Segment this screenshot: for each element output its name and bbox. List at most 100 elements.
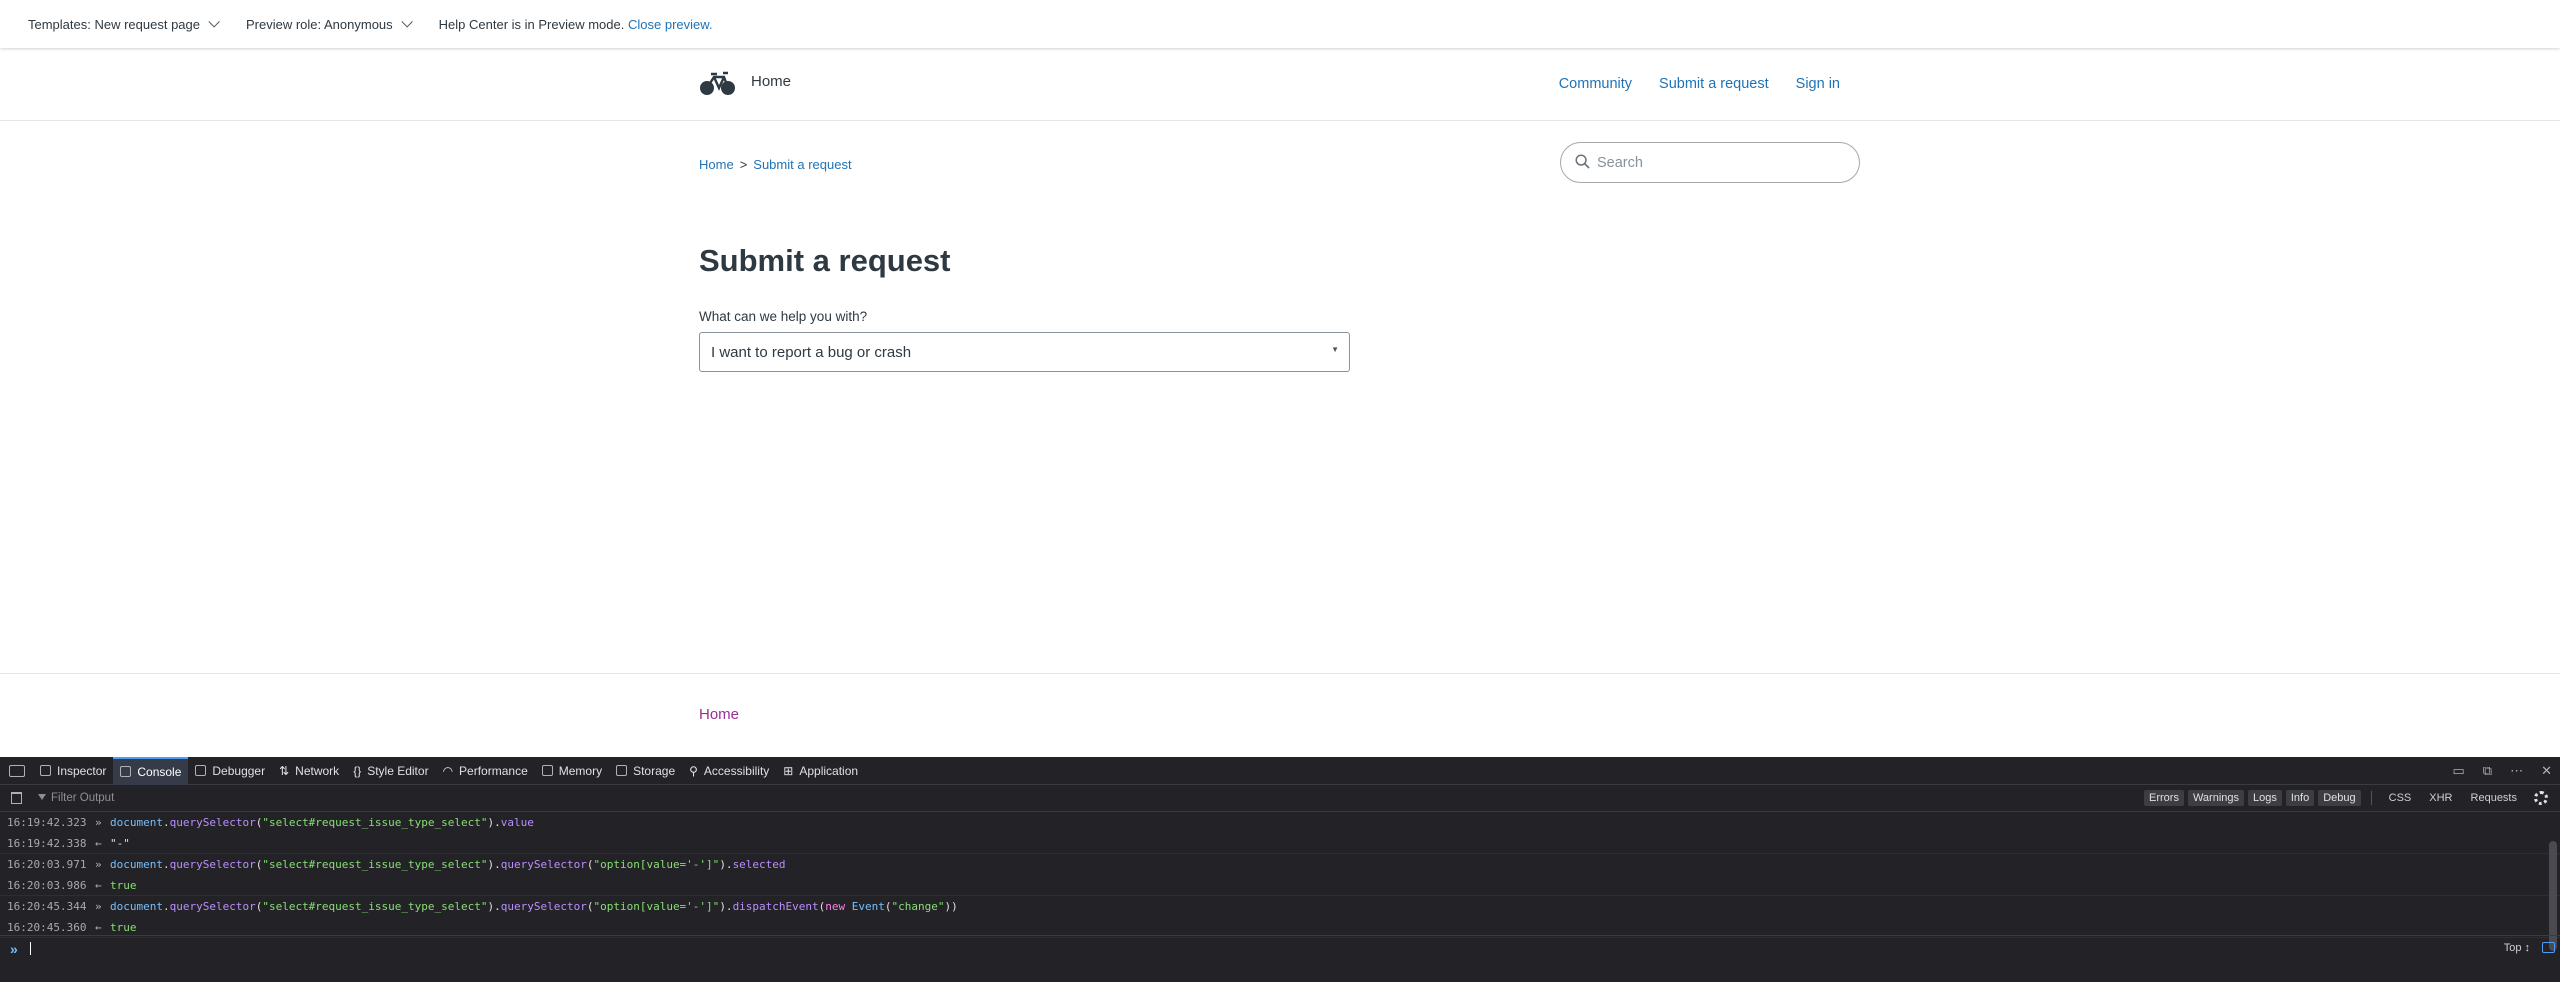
code-token: selected bbox=[732, 858, 786, 871]
breadcrumb-home[interactable]: Home bbox=[699, 157, 734, 172]
close-preview-link[interactable]: Close preview. bbox=[628, 17, 713, 32]
filter-warnings[interactable]: Warnings bbox=[2187, 790, 2245, 806]
role-label: Preview role: Anonymous bbox=[245, 16, 393, 32]
code-token: )) bbox=[944, 900, 958, 913]
code-token: ( bbox=[818, 900, 826, 913]
code-token: ). bbox=[487, 816, 501, 829]
template-dropdown[interactable]: Templates: New request page bbox=[28, 16, 220, 32]
tab-storage[interactable]: Storage bbox=[609, 757, 682, 785]
element-picker-icon[interactable] bbox=[9, 764, 25, 777]
console-input[interactable]: » Top ↕ bbox=[0, 935, 2560, 982]
more-icon[interactable]: ⋯ bbox=[2510, 763, 2523, 779]
filter-info[interactable]: Info bbox=[2285, 790, 2315, 806]
code-token: document bbox=[110, 900, 163, 913]
filter-logs[interactable]: Logs bbox=[2248, 790, 2282, 806]
timestamp: 16:19:42.338 bbox=[7, 836, 87, 850]
gear-icon[interactable] bbox=[2534, 791, 2548, 805]
dock-icon[interactable]: ⧉ bbox=[2483, 763, 2492, 779]
inspector-icon bbox=[40, 765, 51, 776]
code-token: "option[value='-']" bbox=[593, 858, 720, 871]
breadcrumb-current[interactable]: Submit a request bbox=[753, 157, 851, 172]
tab-label: Console bbox=[137, 764, 182, 779]
tab-network[interactable]: ⇅ Network bbox=[272, 757, 346, 785]
code-token: document bbox=[110, 858, 163, 871]
tab-label: Performance bbox=[459, 763, 528, 778]
memory-icon bbox=[541, 765, 553, 776]
tab-label: Style Editor bbox=[367, 763, 429, 778]
filter-errors[interactable]: Errors bbox=[2144, 790, 2184, 806]
code-token: querySelector bbox=[169, 816, 256, 829]
result-arrow-icon: ← bbox=[95, 920, 102, 934]
tab-label: Storage bbox=[633, 763, 676, 778]
code-token: "select#request_issue_type_select" bbox=[262, 858, 488, 871]
code-token: querySelector bbox=[169, 900, 256, 913]
divider bbox=[2370, 791, 2372, 805]
prompt-chevron-icon: » bbox=[10, 941, 18, 957]
code-token: . bbox=[162, 858, 170, 871]
code-token: . bbox=[162, 900, 170, 913]
input-chevron-icon: » bbox=[95, 900, 102, 913]
preview-notice: Help Center is in Preview mode. Close pr… bbox=[439, 17, 713, 32]
tab-label: Network bbox=[295, 763, 340, 778]
nav-community[interactable]: Community bbox=[1559, 76, 1632, 92]
code-token: true bbox=[110, 920, 137, 934]
filter-xhr[interactable]: XHR bbox=[2422, 790, 2459, 806]
tab-application[interactable]: ⊞ Application bbox=[776, 757, 865, 785]
breadcrumb: Home > Submit a request bbox=[699, 157, 852, 172]
context-selector[interactable]: Top ↕ bbox=[2504, 942, 2530, 954]
accessibility-icon: ⚲ bbox=[689, 763, 698, 778]
console-input-line: 16:20:03.971» document. querySelector("sel… bbox=[0, 854, 2560, 875]
tab-label: Memory bbox=[558, 763, 603, 778]
nav-sign-in[interactable]: Sign in bbox=[1796, 76, 1840, 92]
timestamp: 16:20:03.986 bbox=[7, 878, 87, 892]
filter-css[interactable]: CSS bbox=[2382, 790, 2419, 806]
console-input-line: 16:20:45.344 » document. querySelector ( "sel… bbox=[0, 896, 2560, 917]
timestamp: 16:20:45.344 bbox=[7, 900, 87, 913]
code-token: . bbox=[162, 816, 170, 829]
console-result-line: 16:20:03.986 ← true bbox=[0, 875, 2560, 896]
code-token: ( bbox=[586, 858, 594, 871]
console-input-line: 16:19:42.323 » document. querySelector("sel… bbox=[0, 812, 2560, 833]
editor-mode-icon[interactable] bbox=[2542, 942, 2555, 953]
tab-style-editor[interactable]: {} Style Editor bbox=[346, 757, 435, 785]
filter-debug[interactable]: Debug bbox=[2318, 790, 2361, 806]
issue-type-select[interactable]: I want to report a bug or crash ▼ bbox=[699, 332, 1350, 372]
code-token: "-" bbox=[110, 836, 130, 850]
issue-type-label: What can we help you with? bbox=[699, 309, 868, 324]
result-arrow-icon: ← bbox=[95, 836, 102, 850]
log-level-filters: Errors Warnings Logs Info Debug CSS XHR … bbox=[2144, 790, 2548, 806]
text-caret bbox=[30, 942, 31, 955]
storage-icon bbox=[616, 765, 628, 776]
filter-placeholder: Filter Output bbox=[51, 792, 115, 804]
timestamp: 16:20:03.971 bbox=[7, 858, 87, 871]
code-token: querySelector bbox=[169, 858, 256, 871]
grid-icon: ⊞ bbox=[783, 763, 794, 778]
footer-home-link[interactable]: Home bbox=[699, 706, 739, 723]
preview-role-dropdown[interactable]: Preview role: Anonymous bbox=[245, 16, 413, 32]
trash-icon[interactable] bbox=[11, 792, 22, 804]
tab-debugger[interactable]: Debugger bbox=[188, 757, 272, 785]
timestamp: 16:19:42.323 bbox=[7, 816, 87, 829]
code-token: ). bbox=[719, 900, 733, 913]
debugger-icon bbox=[195, 765, 207, 776]
split-console-icon[interactable]: ▭ bbox=[2453, 763, 2465, 779]
gauge-icon: ◠ bbox=[442, 763, 454, 778]
console-filter-bar: Filter Output Errors Warnings Logs Info … bbox=[0, 785, 2560, 812]
template-label: Templates: New request page bbox=[28, 16, 200, 32]
tab-console[interactable]: Console bbox=[113, 756, 189, 785]
preview-notice-text: Help Center is in Preview mode. bbox=[438, 16, 625, 32]
tab-accessibility[interactable]: ⚲ Accessibility bbox=[682, 757, 776, 785]
tab-memory[interactable]: Memory bbox=[535, 757, 609, 785]
brand-logo[interactable]: Home bbox=[699, 71, 791, 97]
nav-submit-request[interactable]: Submit a request bbox=[1659, 76, 1769, 92]
code-token: Event bbox=[851, 900, 885, 913]
close-icon[interactable]: ✕ bbox=[2541, 763, 2552, 779]
breadcrumb-separator: > bbox=[739, 157, 748, 172]
tab-performance[interactable]: ◠ Performance bbox=[436, 757, 535, 785]
filter-requests[interactable]: Requests bbox=[2464, 790, 2524, 806]
tab-inspector[interactable]: Inspector bbox=[33, 757, 113, 785]
code-token: "select#request_issue_type_select" bbox=[262, 900, 488, 913]
code-token: ). bbox=[487, 858, 501, 871]
search-input[interactable] bbox=[1597, 154, 1837, 171]
filter-output-input[interactable]: Filter Output bbox=[38, 792, 114, 804]
